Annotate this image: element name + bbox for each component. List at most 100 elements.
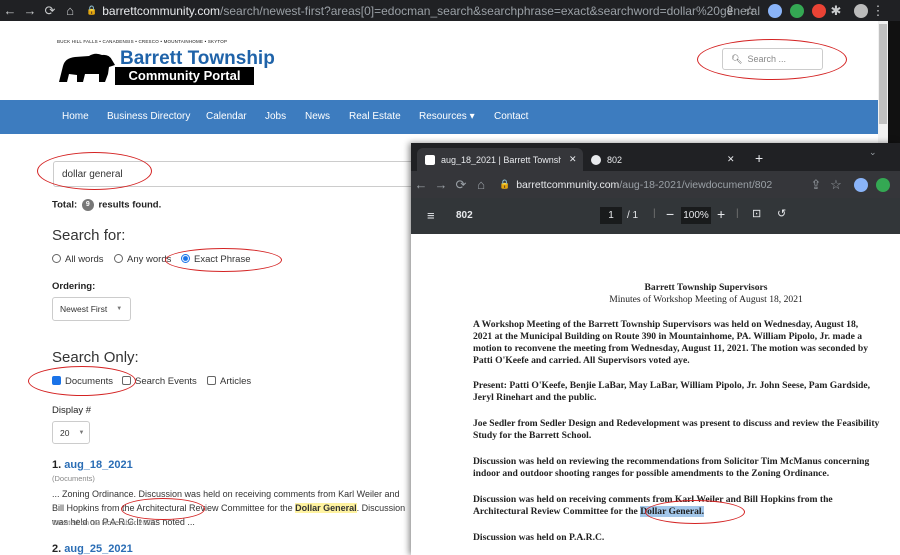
area-search-events[interactable]: Search Events — [122, 376, 197, 387]
doc-text: Architectural Review Committee for the — [473, 506, 641, 517]
nav-business-directory[interactable]: Business Directory — [107, 111, 190, 122]
ordering-select[interactable]: Newest First ▼ — [52, 297, 131, 321]
extension-icon[interactable] — [854, 178, 868, 192]
share-icon[interactable]: ⇪ — [806, 177, 826, 193]
site-search-input[interactable]: 🔍︎ Search ... — [722, 48, 823, 70]
display-label: Display # — [52, 405, 92, 416]
doc-highlight: Dollar General. — [640, 506, 704, 517]
doc-heading: Barrett Township Supervisors — [644, 282, 768, 293]
result-link[interactable]: aug_25_2021 — [64, 543, 133, 555]
tab-802[interactable]: 802 ✕ — [583, 148, 748, 171]
result-category: (Documents) — [52, 474, 95, 483]
search-query-input[interactable]: dollar general — [53, 161, 423, 187]
mode-exact-phrase[interactable]: Exact Phrase — [181, 254, 251, 265]
globe-icon — [591, 154, 601, 165]
extension-icon[interactable] — [876, 178, 890, 192]
forward-arrow-icon[interactable]: → — [20, 3, 40, 18]
result-link[interactable]: aug_18_2021 — [64, 459, 133, 471]
result-title: 1. aug_18_2021 — [52, 459, 133, 471]
tab-title: aug_18_2021 | Barrett Township — [441, 154, 561, 165]
area-articles[interactable]: Articles — [207, 376, 251, 387]
radio-icon[interactable] — [114, 254, 123, 263]
extension-icon[interactable] — [812, 4, 826, 18]
address-bar[interactable]: 🔒 barrettcommunity.com/aug-18-2021/viewd… — [499, 179, 772, 191]
result-title: 2. aug_25_2021 — [52, 543, 133, 555]
chevron-down-icon[interactable]: ⌄ — [869, 147, 877, 158]
url-host: barrettcommunity.com — [516, 178, 620, 191]
logo-subtitle[interactable]: Community Portal — [115, 67, 254, 85]
checkbox-checked-icon[interactable] — [52, 376, 61, 385]
zoom-level-input[interactable]: 100% — [681, 207, 711, 224]
search-placeholder: Search ... — [747, 54, 786, 64]
hamburger-menu-icon[interactable]: ≡ — [427, 208, 435, 223]
doc-line: 2021 at the Municipal Building on Route … — [473, 331, 863, 342]
profile-avatar[interactable] — [854, 4, 868, 18]
fit-page-icon[interactable]: ⊡ — [752, 207, 761, 220]
nav-contact[interactable]: Contact — [494, 111, 528, 122]
nav-real-estate[interactable]: Real Estate — [349, 111, 401, 122]
share-icon[interactable]: ⇪ — [720, 3, 740, 19]
front-toolbar: ← → ⟳ ⌂ 🔒 barrettcommunity.com/aug-18-20… — [411, 171, 900, 198]
area-documents[interactable]: Documents — [52, 376, 113, 387]
home-icon[interactable]: ⌂ — [471, 177, 491, 192]
mode-any-words[interactable]: Any words — [114, 254, 171, 265]
reload-icon[interactable]: ⟳ — [40, 3, 60, 19]
scrollbar-thumb[interactable] — [879, 24, 887, 124]
result-number: 1. — [52, 459, 62, 471]
site-favicon-icon — [425, 154, 435, 165]
home-icon[interactable]: ⌂ — [60, 3, 80, 18]
doc-line: Jeryl Rinehart and the public. — [473, 392, 597, 403]
doc-line: Present: Patti O'Keefe, Benjie LaBar, Ma… — [473, 380, 871, 391]
site-tagline: BUCK HILL FALLS • CANADENSIS • CRESCO • … — [57, 39, 228, 44]
address-bar[interactable]: 🔒 barrettcommunity.com/search/newest-fir… — [86, 0, 760, 21]
nav-calendar[interactable]: Calendar — [206, 111, 247, 122]
bear-logo-icon[interactable] — [55, 46, 117, 86]
puzzle-extensions-icon[interactable]: ✱ — [826, 3, 846, 19]
url-path: /search/newest-first?areas[0]=edocman_se… — [220, 3, 761, 18]
bookmark-star-icon[interactable]: ☆ — [826, 177, 846, 193]
checkbox-icon[interactable] — [122, 376, 131, 385]
doc-line: Architectural Review Committee for the D… — [473, 506, 704, 518]
tab-aug-18-2021[interactable]: aug_18_2021 | Barrett Township ✕ — [417, 148, 583, 171]
display-select[interactable]: 20 ▼ — [52, 421, 90, 444]
new-tab-plus-icon[interactable]: + — [755, 150, 763, 166]
back-arrow-icon[interactable]: ← — [411, 177, 431, 192]
bookmark-star-icon[interactable]: ☆ — [740, 3, 760, 19]
url-path: /aug-18-2021/viewdocument/802 — [619, 178, 773, 191]
mode-label: All words — [65, 254, 104, 265]
total-suffix: results found. — [98, 199, 162, 211]
reload-icon[interactable]: ⟳ — [451, 177, 471, 193]
result-created-date: Created on 12 November 2021 — [52, 518, 155, 527]
doc-line: motion to reconvene the meeting from Wed… — [473, 343, 869, 354]
rotate-icon[interactable]: ↺ — [777, 207, 786, 220]
nav-home[interactable]: Home — [62, 111, 89, 122]
search-only-heading: Search Only: — [52, 349, 139, 366]
nav-news[interactable]: News — [305, 111, 330, 122]
doc-line: Patti O'Keefe and carried. All Superviso… — [473, 355, 690, 366]
close-icon[interactable]: ✕ — [727, 154, 735, 165]
pdf-title: 802 — [456, 210, 473, 221]
extension-icon[interactable] — [790, 4, 804, 18]
mode-label: Exact Phrase — [194, 254, 251, 265]
page-total: / 1 — [627, 210, 639, 221]
nav-resources[interactable]: Resources ▾ — [419, 111, 475, 122]
nav-jobs[interactable]: Jobs — [265, 111, 286, 122]
zoom-out-icon[interactable]: − — [666, 206, 674, 222]
zoom-in-icon[interactable]: + — [717, 206, 725, 222]
close-icon[interactable]: ✕ — [569, 154, 577, 165]
mode-all-words[interactable]: All words — [52, 254, 104, 265]
checkbox-icon[interactable] — [207, 376, 216, 385]
radio-icon[interactable] — [52, 254, 61, 263]
browser-menu-icon[interactable]: ⋮ — [868, 3, 888, 19]
doc-line: Discussion was held on receiving comment… — [473, 494, 833, 505]
page-number-input[interactable]: 1 — [600, 207, 622, 224]
forward-arrow-icon[interactable]: → — [431, 177, 451, 192]
extension-icon[interactable] — [768, 4, 782, 18]
radio-selected-icon[interactable] — [181, 254, 190, 263]
snippet-highlight: Dollar General — [295, 503, 357, 513]
separator: | — [736, 208, 739, 219]
back-arrow-icon[interactable]: ← — [0, 3, 20, 18]
area-label: Search Events — [135, 376, 197, 387]
area-label: Documents — [65, 376, 114, 387]
doc-line: Discussion was held on reviewing the rec… — [473, 456, 870, 467]
